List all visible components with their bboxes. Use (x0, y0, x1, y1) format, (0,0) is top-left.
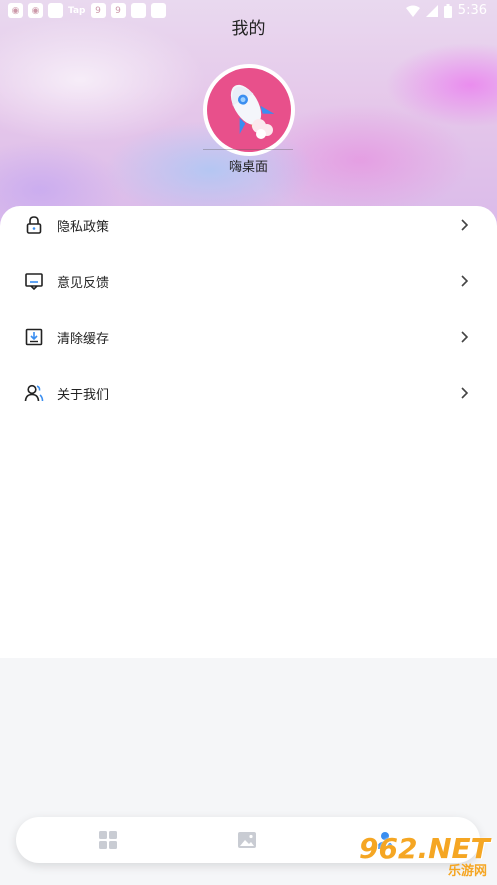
grid-icon[interactable] (97, 829, 119, 851)
menu-item-feedback[interactable]: 意见反馈 (0, 253, 497, 309)
chevron-right-icon (461, 275, 469, 287)
menu-item-about-us[interactable]: 关于我们 (0, 365, 497, 421)
image-icon[interactable] (236, 829, 258, 851)
rocket-avatar-image (207, 68, 291, 152)
download-box-icon (25, 328, 43, 346)
chevron-right-icon (461, 219, 469, 231)
chevron-right-icon (461, 387, 469, 399)
lock-icon (26, 216, 42, 234)
feedback-icon (25, 273, 43, 291)
settings-card: 隐私政策 意见反馈 清除缓存 关于我们 (0, 206, 497, 658)
watermark-site-name: 乐游网 (447, 864, 487, 879)
site-watermark: 962.NET 乐游网 (359, 830, 490, 880)
menu-item-privacy-policy[interactable]: 隐私政策 (0, 197, 497, 253)
menu-item-label: 清除缓存 (57, 331, 110, 347)
users-icon (24, 384, 44, 402)
menu-item-label: 意见反馈 (57, 275, 110, 291)
rocket-icon (230, 84, 275, 139)
menu-item-clear-cache[interactable]: 清除缓存 (0, 309, 497, 365)
chevron-right-icon (461, 331, 469, 343)
divider (203, 149, 293, 150)
avatar[interactable] (203, 64, 295, 156)
menu-item-label: 关于我们 (57, 387, 110, 403)
username: 嗨桌面 (228, 160, 268, 175)
page-title: 我的 (231, 19, 266, 39)
menu-item-label: 隐私政策 (57, 219, 110, 235)
